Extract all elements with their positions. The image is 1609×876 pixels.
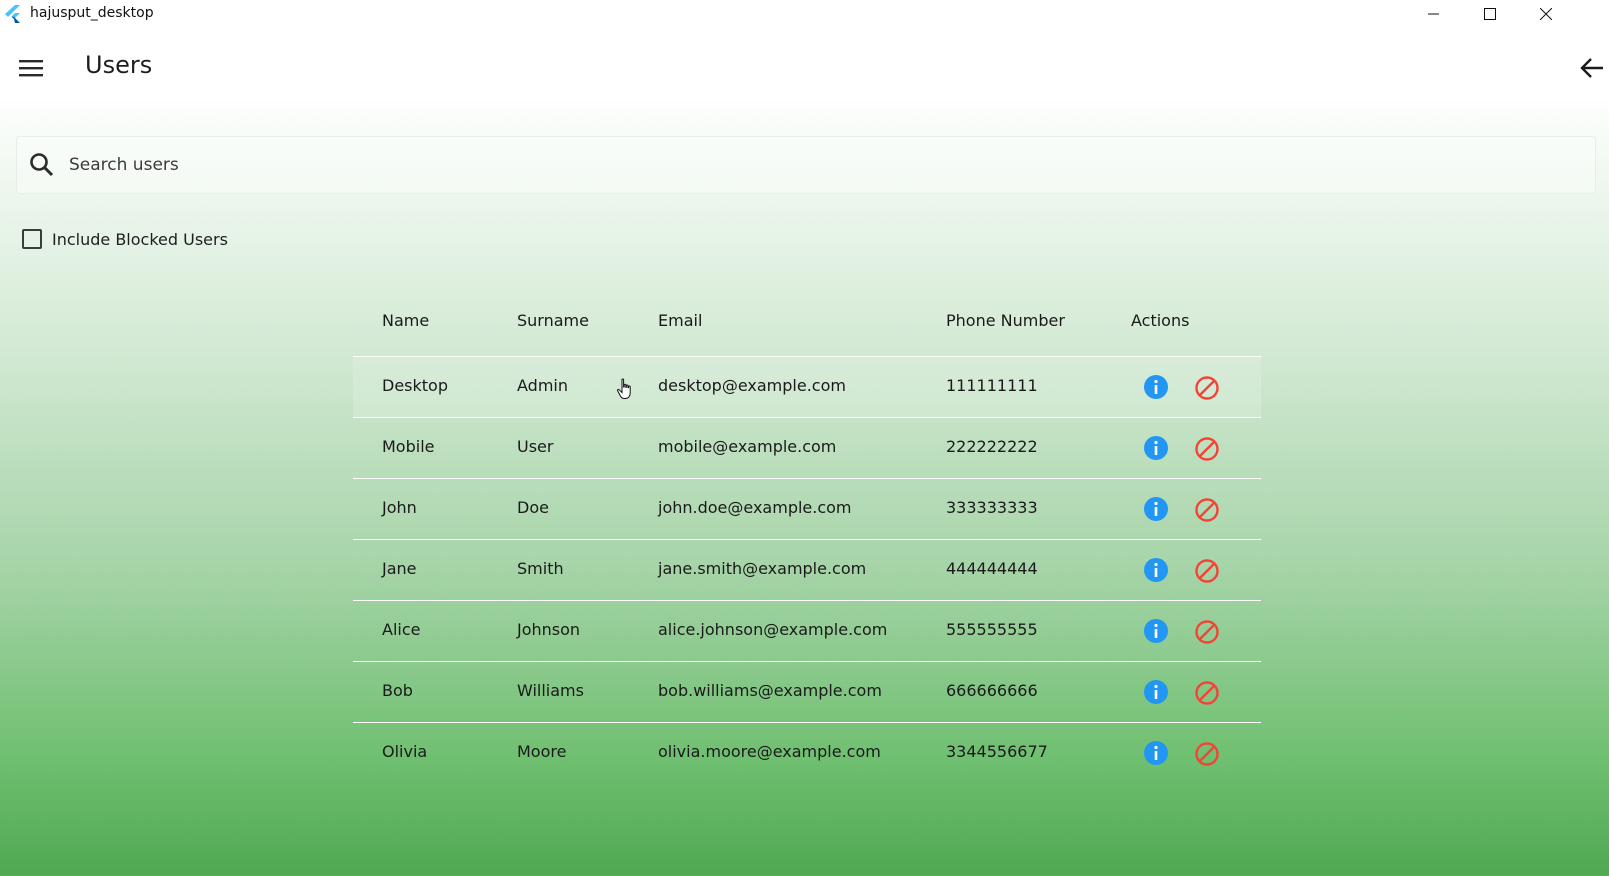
cell-email: bob.williams@example.com [658, 681, 882, 700]
app-bar: Users [0, 28, 1609, 106]
hand-cursor-icon [617, 378, 631, 399]
column-header-surname[interactable]: Surname [517, 311, 589, 330]
cell-surname: Doe [517, 498, 549, 517]
cell-name: Bob [382, 681, 413, 700]
block-icon[interactable] [1193, 557, 1221, 585]
block-icon[interactable] [1193, 435, 1221, 463]
table-row[interactable]: John Doe john.doe@example.com 333333333 [353, 478, 1261, 539]
table-row[interactable]: Alice Johnson alice.johnson@example.com … [353, 600, 1261, 661]
hamburger-icon [19, 60, 43, 77]
minimize-icon [1428, 13, 1439, 15]
include-blocked-label: Include Blocked Users [52, 229, 228, 249]
column-header-phone[interactable]: Phone Number [946, 311, 1065, 330]
block-icon[interactable] [1193, 679, 1221, 707]
cell-name: Olivia [382, 742, 428, 761]
cell-phone: 3344556677 [946, 742, 1048, 761]
users-table: Name Surname Email Phone Number Actions … [353, 296, 1261, 783]
cell-phone: 666666666 [946, 681, 1038, 700]
info-icon[interactable] [1143, 557, 1169, 583]
column-header-actions: Actions [1131, 311, 1190, 330]
column-header-name[interactable]: Name [382, 311, 429, 330]
cell-email: john.doe@example.com [658, 498, 852, 517]
table-row[interactable]: Jane Smith jane.smith@example.com 444444… [353, 539, 1261, 600]
cell-phone: 222222222 [946, 437, 1038, 456]
cell-email: olivia.moore@example.com [658, 742, 881, 761]
page-title: Users [85, 51, 153, 79]
cell-surname: Admin [517, 376, 568, 395]
column-header-email[interactable]: Email [658, 311, 702, 330]
info-icon[interactable] [1143, 435, 1169, 461]
flutter-logo-icon [5, 5, 20, 23]
info-icon[interactable] [1143, 618, 1169, 644]
cell-name: Mobile [382, 437, 435, 456]
cell-email: jane.smith@example.com [658, 559, 867, 578]
info-icon[interactable] [1143, 496, 1169, 522]
info-icon[interactable] [1143, 679, 1169, 705]
cell-surname: Johnson [517, 620, 581, 639]
arrow-back-icon [1580, 58, 1603, 78]
table-row[interactable]: Desktop Admin desktop@example.com 111111… [353, 356, 1261, 417]
cell-phone: 111111111 [946, 376, 1038, 395]
window-titlebar: hajusput_desktop [0, 0, 1609, 28]
close-icon [1540, 8, 1552, 20]
table-row[interactable]: Mobile User mobile@example.com 222222222 [353, 417, 1261, 478]
search-input[interactable] [67, 147, 1571, 183]
cell-name: Jane [382, 559, 417, 578]
minimize-button[interactable] [1411, 0, 1457, 28]
table-header: Name Surname Email Phone Number Actions [353, 296, 1261, 356]
table-row[interactable]: Bob Williams bob.williams@example.com 66… [353, 661, 1261, 722]
menu-button[interactable] [13, 50, 49, 86]
cell-email: alice.johnson@example.com [658, 620, 888, 639]
cell-surname: Moore [517, 742, 567, 761]
include-blocked-toggle[interactable]: Include Blocked Users [22, 226, 228, 252]
search-icon [30, 153, 54, 177]
cell-surname: User [517, 437, 554, 456]
close-button[interactable] [1523, 0, 1569, 28]
cell-phone: 555555555 [946, 620, 1038, 639]
cell-email: desktop@example.com [658, 376, 846, 395]
cell-surname: Williams [517, 681, 584, 700]
include-blocked-checkbox[interactable] [22, 229, 42, 249]
table-row[interactable]: Olivia Moore olivia.moore@example.com 33… [353, 722, 1261, 783]
block-icon[interactable] [1193, 618, 1221, 646]
block-icon[interactable] [1193, 496, 1221, 524]
cell-surname: Smith [517, 559, 564, 578]
cell-name: Alice [382, 620, 421, 639]
back-button[interactable] [1574, 50, 1609, 86]
cell-phone: 444444444 [946, 559, 1038, 578]
cell-phone: 333333333 [946, 498, 1038, 517]
block-icon[interactable] [1193, 374, 1221, 402]
window-title: hajusput_desktop [30, 5, 154, 21]
info-icon[interactable] [1143, 374, 1169, 400]
maximize-icon [1484, 8, 1496, 20]
cell-name: John [382, 498, 417, 517]
cell-email: mobile@example.com [658, 437, 837, 456]
block-icon[interactable] [1193, 740, 1221, 768]
info-icon[interactable] [1143, 740, 1169, 766]
cell-name: Desktop [382, 376, 448, 395]
search-field[interactable] [16, 136, 1596, 194]
maximize-button[interactable] [1467, 0, 1513, 28]
